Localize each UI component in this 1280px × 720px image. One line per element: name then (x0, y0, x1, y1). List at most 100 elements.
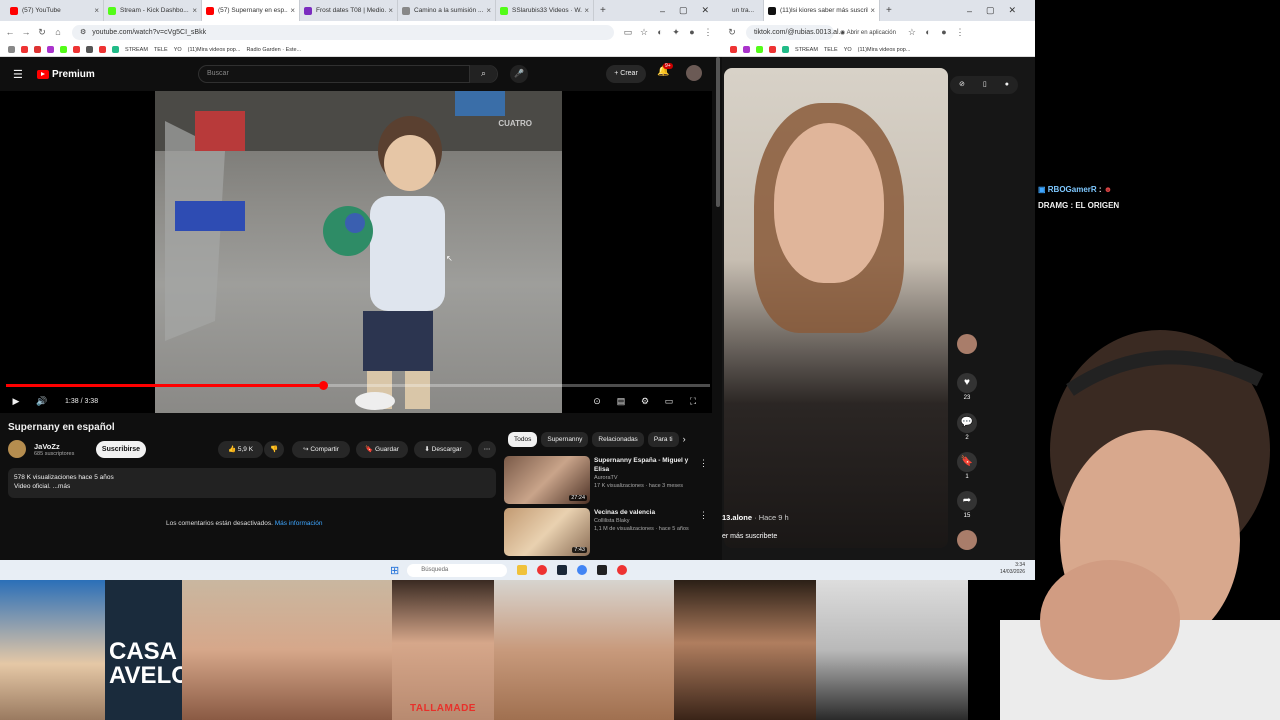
close-window-icon[interactable]: ✕ (1009, 5, 1017, 16)
chevron-right-icon[interactable]: › (683, 432, 686, 447)
recommendation-item[interactable]: 27:24 Supernanny España - Miguel y Elisa… (504, 456, 714, 504)
tab-sslarubis[interactable]: SSlarubis33 Videos · W... × (496, 0, 594, 21)
more-options-icon[interactable]: ⋮ (699, 510, 708, 521)
volume-icon[interactable]: 🔊 (35, 396, 49, 407)
capcut-icon[interactable] (597, 565, 608, 575)
open-in-app-button[interactable]: ◉ Abrir en aplicación (840, 29, 896, 36)
obs-icon[interactable] (617, 565, 628, 575)
miniplayer-icon[interactable]: ▯ (983, 76, 987, 94)
chip-related[interactable]: Relacionadas (592, 432, 644, 447)
bookmark-icon[interactable] (73, 46, 80, 53)
more-options-icon[interactable]: ⋮ (699, 458, 708, 469)
tiktok-video[interactable] (724, 68, 948, 548)
share-button[interactable]: ↪ Compartir (292, 441, 350, 458)
taskbar-search[interactable]: Búsqueda (407, 563, 508, 577)
tab-partial[interactable]: un tra... (728, 0, 764, 21)
bookmark-icon[interactable] (743, 46, 750, 53)
close-tab-icon[interactable]: × (94, 6, 99, 15)
hamburger-menu-icon[interactable]: ☰ (13, 68, 23, 81)
profile-icon[interactable]: ● (938, 27, 950, 37)
steam-icon[interactable] (557, 565, 568, 575)
bookmark-icon[interactable] (782, 46, 789, 53)
bookmark-icon[interactable] (34, 46, 41, 53)
voice-search-icon[interactable]: 🎤 (510, 65, 528, 83)
tab-supernany[interactable]: (57) Supernany en esp... × (202, 0, 300, 21)
subscribe-button[interactable]: Suscribirse (96, 441, 146, 458)
close-tab-icon[interactable]: × (192, 6, 197, 15)
close-tab-icon[interactable]: × (290, 6, 295, 15)
more-menu-icon[interactable]: ⋮ (702, 27, 714, 38)
bookmark-icon[interactable] (21, 46, 28, 53)
bookmark-icon[interactable] (769, 46, 776, 53)
chip-for-you[interactable]: Para ti (647, 432, 679, 447)
download-button[interactable]: ⬇ Descargar (414, 441, 472, 458)
url-field[interactable]: tiktok.com/@rubias.0013.al... (746, 24, 844, 40)
close-window-icon[interactable]: ✕ (702, 5, 710, 16)
bookmark-folder-yo[interactable]: YO (844, 47, 852, 53)
autoplay-toggle-icon[interactable]: ⊙ (590, 396, 604, 407)
tab-youtube[interactable]: (57) YouTube × (6, 0, 104, 21)
system-clock[interactable]: 3:34 14/03/2026 (1000, 562, 1025, 576)
play-icon[interactable]: ▶ (9, 396, 23, 407)
more-actions-button[interactable]: ⋯ (478, 441, 496, 458)
autoscroll-icon[interactable]: ⊘ (959, 76, 965, 94)
dislike-button[interactable]: 👎 (264, 441, 284, 458)
account-avatar[interactable] (686, 65, 702, 81)
apps-icon[interactable] (8, 46, 15, 53)
video-description[interactable]: 578 K visualizaciones hace 5 años Video … (8, 468, 496, 498)
search-button[interactable]: ⌕ (469, 65, 497, 83)
bookmark-mira-videos[interactable]: (11)Mira videos pop... (188, 47, 241, 53)
bookmark-folder-stream[interactable]: STREAM (125, 47, 148, 53)
puzzle-icon[interactable]: ✦ (670, 27, 682, 38)
channel-avatar[interactable] (8, 440, 26, 458)
settings-gear-icon[interactable]: ⚙ (638, 396, 652, 407)
close-tab-icon[interactable]: × (388, 6, 393, 15)
forward-icon[interactable]: → (20, 27, 32, 37)
bookmark-icon[interactable] (112, 46, 119, 53)
youtube-logo[interactable]: Premium (37, 69, 95, 80)
url-field[interactable]: ⚙ youtube.com/watch?v=cVg5CI_sBkk (72, 24, 614, 40)
back-icon[interactable]: ← (4, 27, 16, 37)
extension-icon[interactable]: ◐ (654, 27, 666, 37)
bookmark-folder-yo[interactable]: YO (174, 47, 182, 53)
bookmark-icon[interactable] (47, 46, 54, 53)
maximize-icon[interactable]: ▢ (679, 5, 688, 16)
recommendation-thumbnail[interactable]: 27:24 (504, 456, 590, 504)
recommendation-item[interactable]: 7:43 Vecinas de valencia Collilista Blak… (504, 508, 714, 556)
tab-camino[interactable]: Camino a la sumisión ... × (398, 0, 496, 21)
progress-scrubber[interactable] (318, 381, 328, 390)
like-button[interactable]: 👍 5,9 K (218, 441, 263, 458)
home-icon[interactable]: ⌂ (52, 27, 64, 37)
bookmark-mira-videos[interactable]: (11)Mira videos pop... (858, 47, 911, 53)
close-tab-icon[interactable]: × (584, 6, 589, 15)
bookmark-icon[interactable] (756, 46, 763, 53)
star-icon[interactable]: ☆ (638, 27, 650, 38)
chrome-icon[interactable] (577, 565, 588, 575)
file-explorer-icon[interactable] (517, 565, 528, 575)
bookmark-folder-tele[interactable]: TELE (824, 47, 838, 53)
more-menu-icon[interactable]: ⋮ (954, 27, 966, 38)
bookmark-icon[interactable] (60, 46, 67, 53)
reload-icon[interactable]: ↻ (726, 27, 738, 38)
page-scrollbar[interactable] (716, 57, 720, 207)
new-tab-button[interactable]: + (886, 5, 892, 16)
save-button[interactable]: 🔖 Guardar (356, 441, 408, 458)
bookmark-icon[interactable] (86, 46, 93, 53)
reload-icon[interactable]: ↻ (36, 27, 48, 38)
notifications-bell-icon[interactable]: 🔔 9+ (657, 63, 673, 77)
volume-icon[interactable]: ● (1005, 76, 1009, 94)
extension-icon[interactable]: ◐ (922, 27, 934, 37)
video-frame[interactable]: CUATRO (155, 91, 562, 413)
video-player[interactable]: CUATRO ↖ ▶ 🔊 1:38 / 3:38 ⊙ ▤ ⚙ ▭ ⛶ (0, 91, 712, 413)
recommendation-thumbnail[interactable]: 7:43 (504, 508, 590, 556)
tiktok-username[interactable]: 13.alone · Hace 9 h (722, 513, 789, 522)
search-input[interactable]: Buscar ⌕ (198, 65, 498, 83)
close-tab-icon[interactable]: × (870, 6, 875, 15)
chip-all[interactable]: Todos (508, 432, 538, 447)
bookmark-icon[interactable] (730, 46, 737, 53)
new-tab-button[interactable]: + (600, 5, 606, 16)
more-info-link[interactable]: Más información (275, 520, 323, 527)
theater-mode-icon[interactable]: ▭ (662, 396, 676, 407)
create-button[interactable]: + Crear (606, 65, 646, 83)
cast-icon[interactable]: ▭ (622, 27, 634, 38)
